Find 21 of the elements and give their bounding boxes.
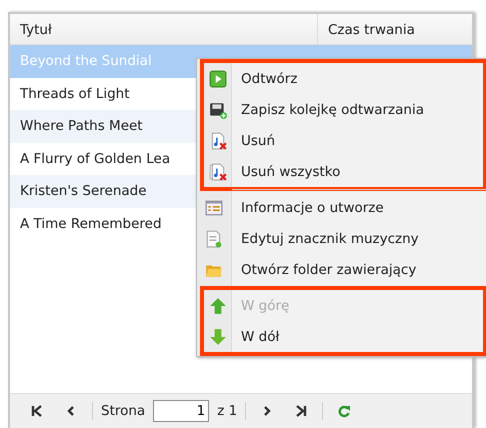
- menu-item[interactable]: Usuń wszystko: [204, 156, 483, 187]
- play-icon: [208, 70, 226, 88]
- column-header[interactable]: Czas trwania: [318, 14, 415, 44]
- first-page-icon[interactable]: [30, 404, 44, 418]
- music-files-delete-icon: [208, 162, 226, 180]
- column-header[interactable]: Tytuł: [10, 14, 318, 44]
- info-card-icon: [205, 198, 223, 216]
- menu-item[interactable]: Edytuj znacznik muzyczny: [197, 223, 486, 254]
- menu-item[interactable]: Informacje o utworze: [197, 192, 486, 223]
- page-label: Strona: [101, 403, 146, 419]
- down-arrow-icon: [208, 328, 226, 346]
- menu-item[interactable]: Otwórz folder zawierający: [197, 254, 486, 285]
- document-edit-icon: [205, 230, 223, 248]
- last-page-icon[interactable]: [294, 404, 308, 418]
- menu-item[interactable]: Usuń: [204, 125, 483, 156]
- menu-item[interactable]: W dół: [204, 321, 483, 352]
- up-arrow-icon: [208, 296, 226, 314]
- menu-item[interactable]: Zapisz kolejkę odtwarzania: [204, 94, 483, 125]
- refresh-icon[interactable]: [337, 404, 352, 418]
- page-input-field[interactable]: 1: [153, 400, 210, 422]
- page-count: z 1: [217, 403, 238, 419]
